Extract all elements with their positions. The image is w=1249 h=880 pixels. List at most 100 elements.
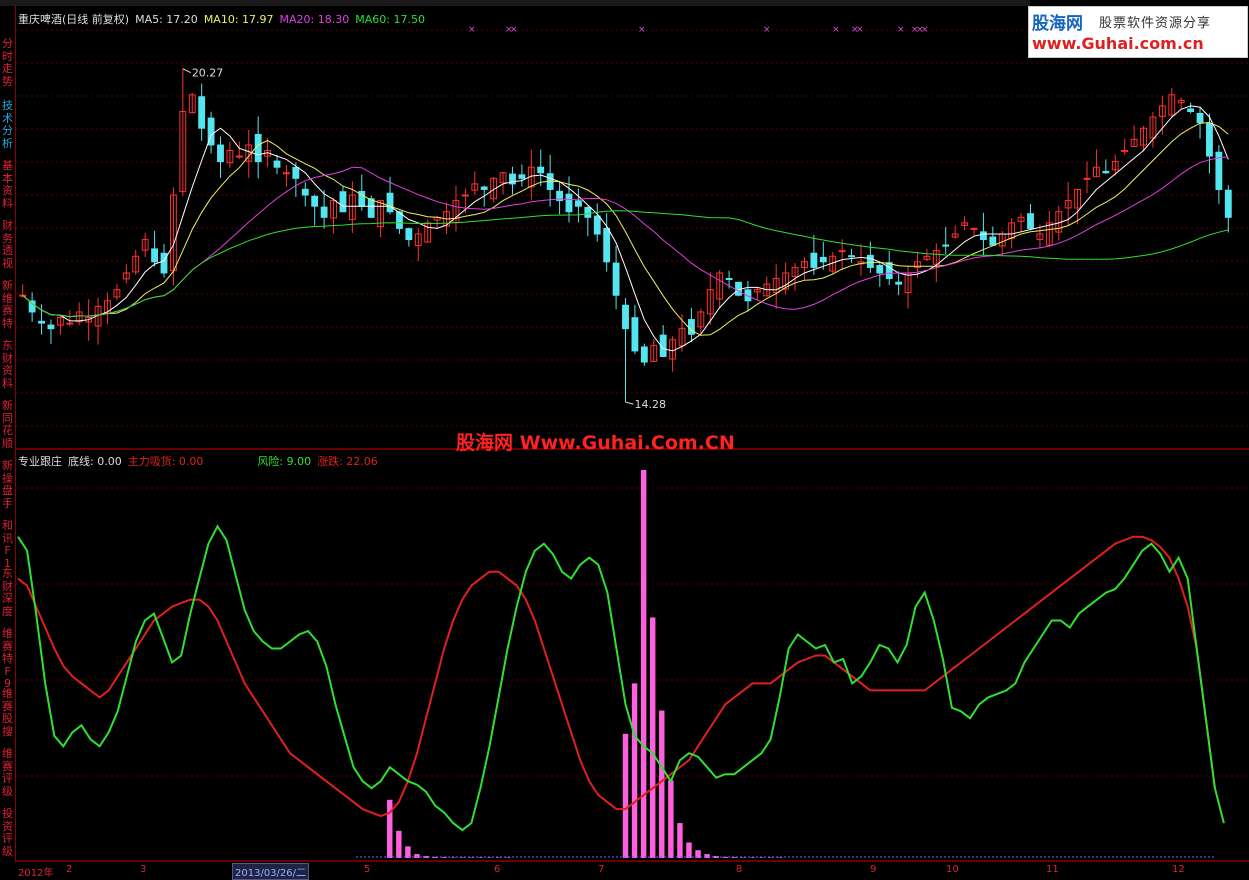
candle-body [820, 257, 826, 261]
event-marker: × [763, 25, 771, 35]
candle-body [943, 245, 949, 246]
candle-body [623, 305, 629, 328]
candle-body [877, 266, 883, 273]
sidebar-item-4[interactable]: 财 务 透 视 [0, 220, 15, 270]
candle-body [867, 255, 873, 267]
candle-body [980, 232, 986, 240]
low-price-label: 14.28 [635, 398, 667, 411]
sidebar-item-10[interactable]: 东 财 深 度 [0, 568, 15, 618]
absorb-bar [659, 711, 664, 858]
candle-body [1207, 124, 1213, 157]
candle-body [312, 196, 318, 206]
candle-body [971, 228, 977, 229]
absorb-bar [405, 846, 410, 858]
candle-body [284, 173, 290, 174]
absorb-bar [668, 780, 673, 858]
ma60-label: MA60: 17.50 [355, 13, 425, 26]
event-marker: × [510, 25, 518, 35]
candle-body [1225, 190, 1231, 217]
site-logo: 股海网 股票软件资源分享 www.Guhai.com.cn [1028, 6, 1248, 58]
absorb-bar [632, 683, 637, 858]
candle-body [726, 279, 732, 280]
sidebar-item-7[interactable]: 新 同 花 顺 [0, 400, 15, 450]
sidebar-item-3[interactable]: 基 本 资 料 [0, 160, 15, 210]
date-label: 8 [736, 864, 742, 875]
candle-body [29, 301, 35, 312]
candle-body [613, 263, 619, 295]
base-line-label: 底线: 0.00 [68, 455, 122, 468]
absorb-bar [686, 842, 691, 858]
risk-line [18, 526, 1224, 830]
candle-body [1188, 109, 1194, 112]
date-label: 3 [140, 864, 146, 875]
event-marker: × [468, 25, 476, 35]
candle-body [340, 192, 346, 212]
candle-body [632, 318, 638, 351]
candle-body [406, 229, 412, 240]
candle-body [302, 189, 308, 195]
logo-url: www.Guhai.com.cn [1032, 34, 1204, 53]
sidebar-item-2[interactable]: 技 术 分 析 [0, 100, 15, 150]
date-label: 12 [1172, 864, 1185, 875]
absorb-bar [387, 800, 392, 858]
sidebar-item-14[interactable]: 投 资 评 级 [0, 808, 15, 858]
candle-body [575, 201, 581, 206]
sidebar-item-13[interactable]: 维 赛 评 级 [0, 748, 15, 798]
ma5-label: MA5: 17.20 [135, 13, 198, 26]
candle-body [368, 199, 374, 217]
low-pointer [626, 402, 634, 404]
risk-label: 风险: 9.00 [257, 455, 311, 468]
candle-body [1197, 113, 1203, 122]
candle-body [236, 156, 242, 157]
sidebar-item-12[interactable]: 维 赛 股 搜 [0, 688, 15, 738]
sidebar-item-5[interactable]: 新 维 赛 特 [0, 280, 15, 330]
date-label: 10 [946, 864, 959, 875]
change-line [18, 537, 1215, 816]
candle-body [218, 145, 224, 162]
date-label: 2012年 [18, 864, 53, 879]
event-marker: × [832, 25, 840, 35]
candle-body [566, 194, 572, 212]
indicator-name: 专业跟庄 [18, 455, 62, 468]
candle-body [1103, 171, 1109, 172]
logo-name: 股海网 [1032, 9, 1083, 34]
absorb-bar [650, 617, 655, 858]
candle-body [274, 161, 280, 167]
candle-body [161, 253, 167, 273]
candle-body [152, 249, 158, 262]
candle-body [481, 187, 487, 189]
date-label: 7 [598, 864, 604, 875]
candle-body [462, 195, 468, 196]
watermark-text: 股海网 Www.Guhai.Com.CN [456, 428, 735, 455]
sidebar-item-1[interactable]: 分 时 走 势 [0, 38, 15, 88]
absorb-bar [396, 831, 401, 858]
candle-body [1028, 214, 1034, 229]
candle-body [538, 167, 544, 173]
absorb-bar [677, 823, 682, 858]
candle-body [896, 282, 902, 284]
candle-body [594, 216, 600, 234]
sidebar-item-11[interactable]: 维 赛 特 F 9 [0, 628, 15, 691]
candle-body [199, 97, 205, 128]
candle-body [849, 256, 855, 257]
price-legend: 重庆啤酒(日线 前复权)MA5: 17.20MA10: 17.97MA20: 1… [18, 11, 431, 27]
candle-body [48, 325, 54, 329]
absorb-bar [623, 734, 628, 858]
event-marker: × [856, 25, 864, 35]
candle-body [990, 237, 996, 245]
left-sidebar: 分 时 走 势技 术 分 析基 本 资 料财 务 透 视新 维 赛 特东 财 资… [0, 6, 16, 862]
candle-body [67, 323, 73, 324]
candle-body [321, 207, 327, 217]
candle-body [387, 193, 393, 212]
candle-body [39, 321, 45, 323]
ma20-line [23, 157, 1229, 317]
logo-tagline: 股票软件资源分享 [1099, 12, 1211, 31]
sidebar-item-8[interactable]: 新 操 盘 手 [0, 460, 15, 510]
sidebar-item-6[interactable]: 东 财 资 料 [0, 340, 15, 390]
candle-body [604, 228, 610, 261]
high-price-label: 20.27 [192, 67, 224, 80]
stock-title: 重庆啤酒(日线 前复权) [18, 13, 129, 26]
sidebar-item-9[interactable]: 和 讯 F 1 [0, 520, 15, 570]
change-label: 涨跌: 22.06 [317, 455, 378, 468]
absorb-bar [641, 470, 646, 858]
